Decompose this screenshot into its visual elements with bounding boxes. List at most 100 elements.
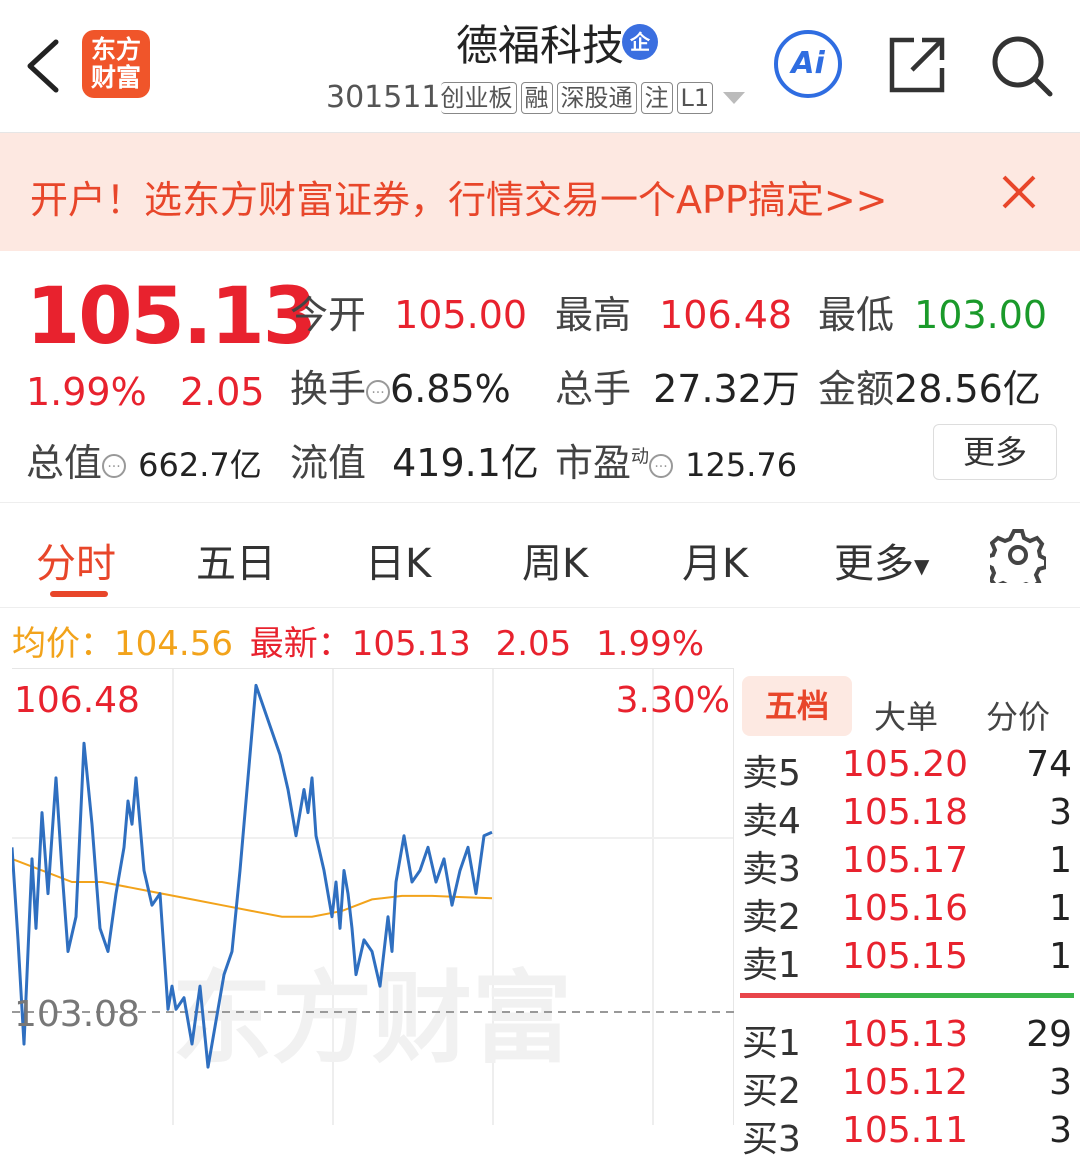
change-percent: 1.99% <box>26 370 147 414</box>
info-icon[interactable]: ··· <box>366 379 391 404</box>
ask-price: 105.18 <box>842 792 968 833</box>
bid-row[interactable]: 买2 105.12 3 <box>742 1062 1074 1112</box>
info-icon[interactable]: ··· <box>649 453 674 478</box>
latest-value: 105.13 <box>351 624 471 664</box>
amount-label: 金额 <box>818 367 895 411</box>
volume-label: 总手 <box>555 367 632 411</box>
ask-level: 卖2 <box>742 897 801 938</box>
y-max-label: 106.48 <box>14 680 140 721</box>
y-base-label: 103.08 <box>14 994 140 1035</box>
latest-pct: 1.99% <box>596 624 705 664</box>
ask-row[interactable]: 卖3 105.17 1 <box>742 840 1074 890</box>
tag-board: 创业板 <box>440 81 517 114</box>
ask-price: 105.15 <box>842 936 968 977</box>
ai-assistant-button[interactable]: Ai <box>774 30 842 98</box>
share-icon[interactable] <box>886 34 948 96</box>
open-label: 今开 <box>290 293 367 337</box>
ask-bid-divider-red <box>740 993 860 998</box>
search-icon[interactable] <box>988 32 1054 98</box>
latest-change: 2.05 <box>495 624 572 664</box>
ask-volume: 3 <box>1049 792 1072 833</box>
stock-tags: 301511 创业板 融 深股通 注 L1 <box>326 80 747 115</box>
app-logo-text: 东方财富 <box>90 35 141 92</box>
tab-weekly-k[interactable]: 周K <box>522 531 588 589</box>
ask-row[interactable]: 卖1 105.15 1 <box>742 936 1074 986</box>
open-value: 105.00 <box>394 293 528 337</box>
turnover-rate: 换手 ··· 6.85% <box>290 358 511 413</box>
market-cap-label: 总值 <box>26 441 103 485</box>
ask-row[interactable]: 卖5 105.20 74 <box>742 744 1074 794</box>
volume-value: 27.32万 <box>653 367 800 411</box>
pe-value: 125.76 <box>685 446 798 484</box>
chart-period-tabs: 分时 五日 日K 周K 月K 更多▼ <box>0 502 1080 608</box>
enterprise-badge: 企 <box>622 24 658 60</box>
settings-gear-icon[interactable] <box>990 527 1046 583</box>
low-value: 103.00 <box>914 293 1048 337</box>
more-quote-button[interactable]: 更多 <box>933 424 1057 480</box>
bid-row[interactable]: 买3 105.11 3 <box>742 1110 1074 1160</box>
ask-level: 卖4 <box>742 801 801 842</box>
low-label: 最低 <box>818 293 895 337</box>
bid-level: 买1 <box>742 1023 801 1064</box>
bid-price: 105.11 <box>842 1110 968 1151</box>
ask-volume: 74 <box>1026 744 1072 785</box>
ask-level: 卖5 <box>742 753 801 794</box>
close-icon[interactable] <box>1000 173 1038 211</box>
promo-banner[interactable]: 开户！选东方财富证券，行情交易一个APP搞定>> <box>0 133 1080 251</box>
market-cap: 总值 ··· 662.7亿 <box>26 432 262 487</box>
bid-volume: 3 <box>1049 1062 1072 1103</box>
ask-level: 卖3 <box>742 849 801 890</box>
back-icon[interactable] <box>22 38 64 94</box>
ask-volume: 1 <box>1049 840 1072 881</box>
caret-down-icon: ▼ <box>914 554 930 578</box>
top-bar: 东方财富 德福科技 企 301511 创业板 融 深股通 注 L1 Ai <box>0 0 1080 133</box>
tag-registered: 注 <box>640 81 673 114</box>
ask-row[interactable]: 卖4 105.18 3 <box>742 792 1074 842</box>
pe-superscript: 动 <box>631 446 650 468</box>
price-summary: 均价：104.56 最新：105.13 2.05 1.99% <box>12 616 704 665</box>
bid-volume: 29 <box>1026 1014 1072 1055</box>
tab-monthly-k[interactable]: 月K <box>682 531 748 589</box>
watermark-text: 东方财富 <box>172 960 572 1077</box>
tab-big-orders[interactable]: 大单 <box>874 692 938 738</box>
avg-label: 均价： <box>12 624 114 664</box>
total-volume: 总手 27.32万 <box>555 358 800 413</box>
turnover-value: 6.85% <box>390 367 511 411</box>
ask-price: 105.17 <box>842 840 968 881</box>
last-price: 105.13 <box>26 272 317 362</box>
dropdown-triangle-icon[interactable] <box>721 88 747 108</box>
y-max-pct-label: 3.30% <box>616 680 730 721</box>
tab-order-book[interactable]: 五档 <box>742 676 852 736</box>
bid-price: 105.12 <box>842 1062 968 1103</box>
bid-level: 买2 <box>742 1071 801 1112</box>
float-cap: 流值 419.1亿 <box>290 432 539 487</box>
float-value: 419.1亿 <box>392 441 539 485</box>
market-cap-value: 662.7亿 <box>138 446 262 484</box>
trade-amount: 金额28.56亿 <box>818 358 1041 413</box>
intraday-chart[interactable]: 东方财富 106.48 3.30% 103.08 <box>12 668 734 1125</box>
bid-level: 买3 <box>742 1119 801 1160</box>
pe-ratio: 市盈动 ··· 125.76 <box>555 432 797 487</box>
high-label: 最高 <box>555 293 632 337</box>
active-tab-indicator <box>50 591 108 597</box>
high-value: 106.48 <box>659 293 793 337</box>
turnover-label: 换手 <box>290 367 367 411</box>
float-label: 流值 <box>290 441 367 485</box>
promo-text[interactable]: 开户！选东方财富证券，行情交易一个APP搞定>> <box>30 169 960 224</box>
tag-connect: 深股通 <box>556 81 637 114</box>
bid-row[interactable]: 买1 105.13 29 <box>742 1014 1074 1064</box>
info-icon[interactable]: ··· <box>102 453 127 478</box>
tab-five-day[interactable]: 五日 <box>196 531 276 589</box>
stock-code: 301511 <box>326 80 441 115</box>
amount-value: 28.56亿 <box>894 367 1041 411</box>
ask-bid-divider-green <box>860 993 1074 998</box>
tab-price-distribution[interactable]: 分价 <box>986 692 1050 738</box>
tab-daily-k[interactable]: 日K <box>365 531 431 589</box>
bid-price: 105.13 <box>842 1014 968 1055</box>
ask-row[interactable]: 卖2 105.16 1 <box>742 888 1074 938</box>
tab-more[interactable]: 更多▼ <box>834 531 929 589</box>
tag-margin: 融 <box>520 81 553 114</box>
ask-price: 105.20 <box>842 744 968 785</box>
high-price: 最高 106.48 <box>555 284 792 339</box>
tab-intraday[interactable]: 分时 <box>36 531 116 589</box>
